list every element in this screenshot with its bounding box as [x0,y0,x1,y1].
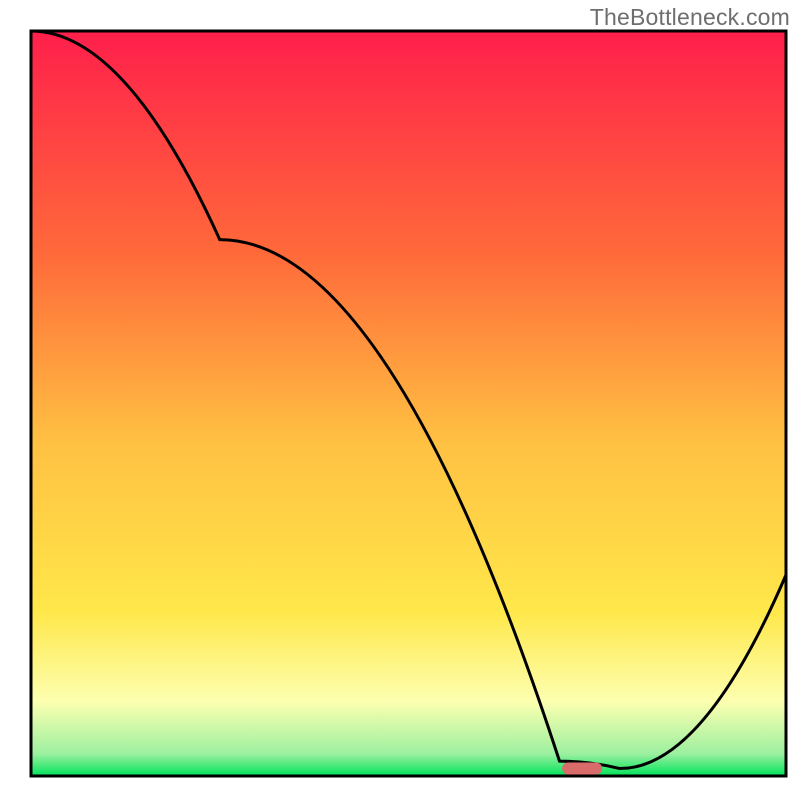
bottleneck-chart [0,0,800,800]
optimal-marker [562,763,602,775]
plot-bg [31,31,786,776]
watermark-text: TheBottleneck.com [590,4,790,31]
